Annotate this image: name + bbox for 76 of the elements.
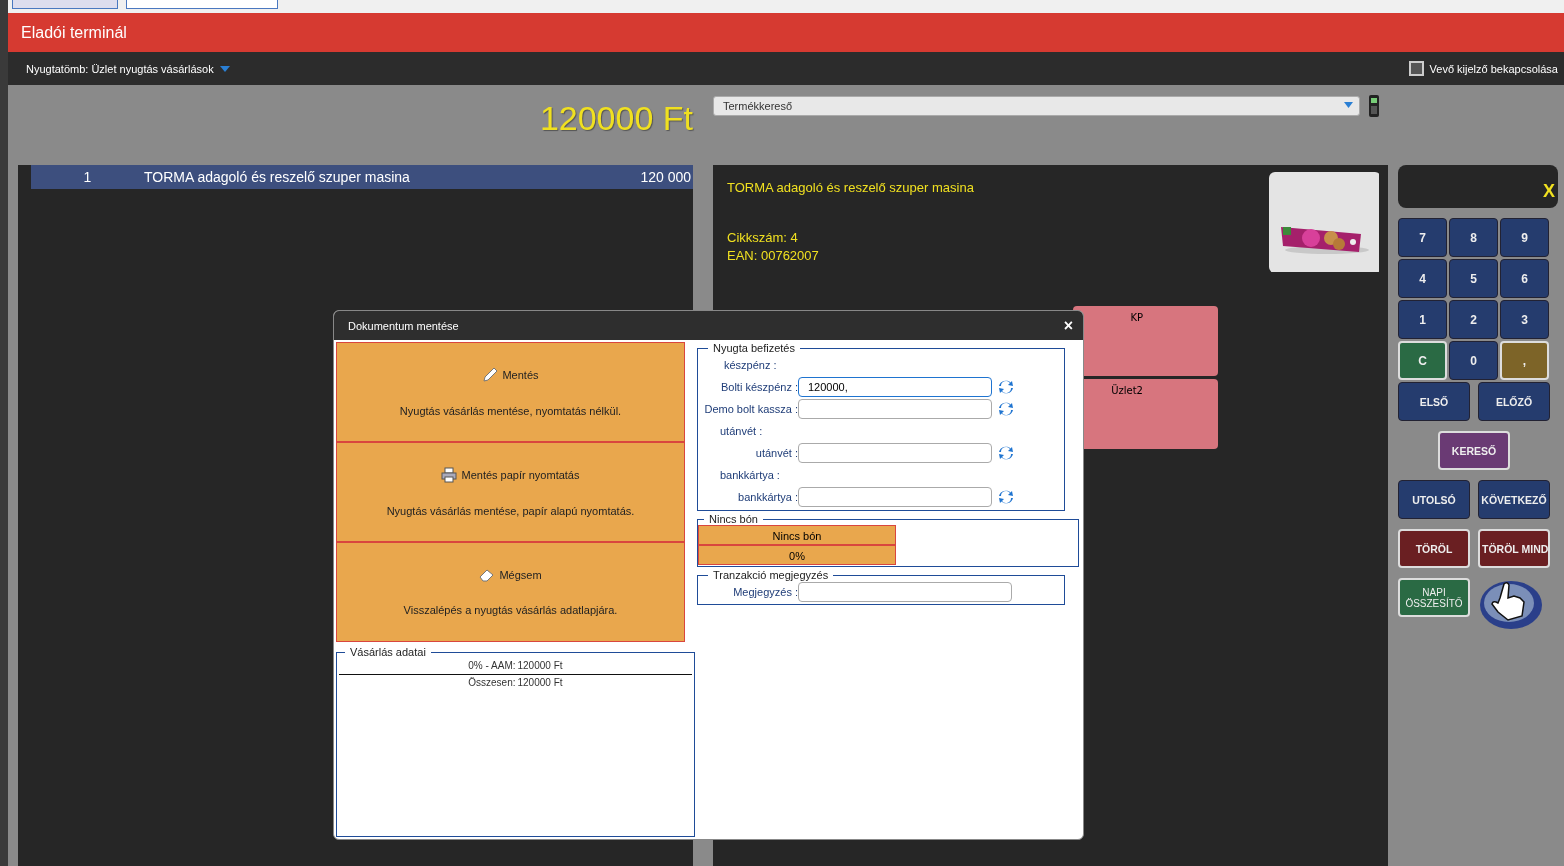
keypad-action-button[interactable]: TÖRÖL: [1398, 529, 1470, 568]
eraser-icon: [479, 568, 496, 582]
keypad-key[interactable]: 9: [1500, 218, 1549, 257]
save-option-button[interactable]: Mentés Nyugtás vásárlás mentése, nyomtatás nélkül.: [336, 342, 685, 442]
keypad-key[interactable]: 3: [1500, 300, 1549, 339]
keypad-key[interactable]: 2: [1449, 300, 1498, 339]
amount-field[interactable]: 120000,: [798, 377, 992, 397]
group-legend: Nyugta befizetés: [708, 342, 800, 354]
payment-type-heading: utánvét :: [719, 424, 764, 439]
keypad-action-button[interactable]: KERESŐ: [1438, 431, 1510, 470]
customer-display-checkbox[interactable]: Vevő kijelző bekapcsolása: [1408, 61, 1558, 76]
pencil-icon: [482, 367, 499, 383]
keypad-key[interactable]: 6: [1500, 259, 1549, 298]
group-legend: Nincs bón: [704, 513, 763, 525]
dialog-title: Dokumentum mentése: [348, 319, 459, 332]
field-label: Megjegyzés :: [732, 586, 798, 598]
note-field[interactable]: [798, 582, 1012, 602]
barcode-scanner-icon[interactable]: [1368, 95, 1380, 117]
caret-icon[interactable]: [1344, 102, 1353, 108]
keypad-key[interactable]: 5: [1449, 259, 1498, 298]
field-label: bankkártya :: [737, 491, 798, 503]
field-label: utánvét :: [754, 447, 798, 459]
hand-pointer-icon[interactable]: [1478, 578, 1544, 632]
keypad-action-button[interactable]: NAPI ÖSSZESÍTŐ: [1398, 578, 1470, 617]
keypad-key[interactable]: 1: [1398, 300, 1447, 339]
group-legend: Vásárlás adatai: [345, 646, 431, 658]
refresh-icon[interactable]: [998, 489, 1014, 505]
product-search-field[interactable]: Termékkereső: [713, 96, 1360, 116]
keypad-key[interactable]: 8: [1449, 218, 1498, 257]
voucher-name[interactable]: Nincs bón: [698, 525, 896, 545]
group-legend: Tranzakció megjegyzés: [708, 569, 834, 581]
receipt-book-dropdown[interactable]: Nyugtatömb: Üzlet nyugtás vásárlások: [26, 62, 230, 75]
keypad-key[interactable]: ,: [1500, 341, 1549, 380]
payment-type-heading: bankkártya :: [719, 468, 781, 483]
keypad-key[interactable]: 7: [1398, 218, 1447, 257]
field-label: Demo bolt kassza :: [703, 403, 798, 415]
price: 120 000: [640, 169, 691, 185]
keypad-action-button[interactable]: TÖRÖL MIND: [1478, 529, 1550, 568]
refresh-icon[interactable]: [998, 401, 1014, 417]
save-option-button[interactable]: Mégsem Visszalépés a nyugtás vásárlás adatlapjára.: [336, 542, 685, 642]
voucher-percent: 0%: [698, 545, 896, 565]
keypad-action-button[interactable]: ELŐZŐ: [1478, 382, 1550, 421]
amount-field[interactable]: [798, 487, 992, 507]
tab[interactable]: [12, 0, 118, 9]
tab[interactable]: [126, 0, 278, 9]
quantity: 1: [82, 169, 93, 185]
summary-value: 120000 Ft: [517, 659, 563, 673]
refresh-icon[interactable]: [998, 379, 1014, 395]
keypad-key[interactable]: 0: [1449, 341, 1498, 380]
save-option-button[interactable]: Mentés papír nyomtatás Nyugtás vásárlás mentése, papír alapú nyomtatás.: [336, 442, 685, 542]
keypad-action-button[interactable]: UTOLSÓ: [1398, 480, 1470, 519]
field-label: Bolti készpénz :: [719, 381, 798, 393]
product-ean: EAN: 00762007: [727, 247, 820, 265]
checkbox[interactable]: [1408, 61, 1424, 76]
product-name: TORMA adagoló és reszelő szuper masina: [727, 180, 975, 195]
checkbox-label: Vevő kijelző bekapcsolása: [1429, 62, 1558, 75]
refresh-icon[interactable]: [998, 445, 1014, 461]
product-name: TORMA adagoló és reszelő szuper masina: [144, 169, 411, 185]
payment-type-heading: készpénz :: [723, 358, 778, 373]
amount-field[interactable]: [798, 399, 992, 419]
summary-label: 0% - AAM:: [467, 659, 517, 673]
caret-icon: [219, 65, 230, 72]
keypad-key[interactable]: C: [1398, 341, 1447, 380]
printer-icon: [441, 467, 458, 483]
close-button[interactable]: X: [1540, 181, 1558, 208]
total-amount: 120000 Ft: [538, 98, 694, 138]
summary-label: Összesen:: [467, 676, 517, 690]
keypad-action-button[interactable]: KÖVETKEZŐ: [1478, 480, 1550, 519]
summary-value: 120000 Ft: [517, 676, 563, 690]
keypad-action-button[interactable]: ELSŐ: [1398, 382, 1470, 421]
cart-row[interactable]: 1 TORMA adagoló és reszelő szuper masina 120 000: [31, 165, 693, 189]
payment-tile[interactable]: KP: [1073, 306, 1218, 376]
keypad-key[interactable]: 4: [1398, 259, 1447, 298]
app-title: Eladói terminál: [21, 23, 127, 42]
product-sku: Cikkszám: 4: [727, 229, 799, 247]
amount-field[interactable]: [798, 443, 992, 463]
